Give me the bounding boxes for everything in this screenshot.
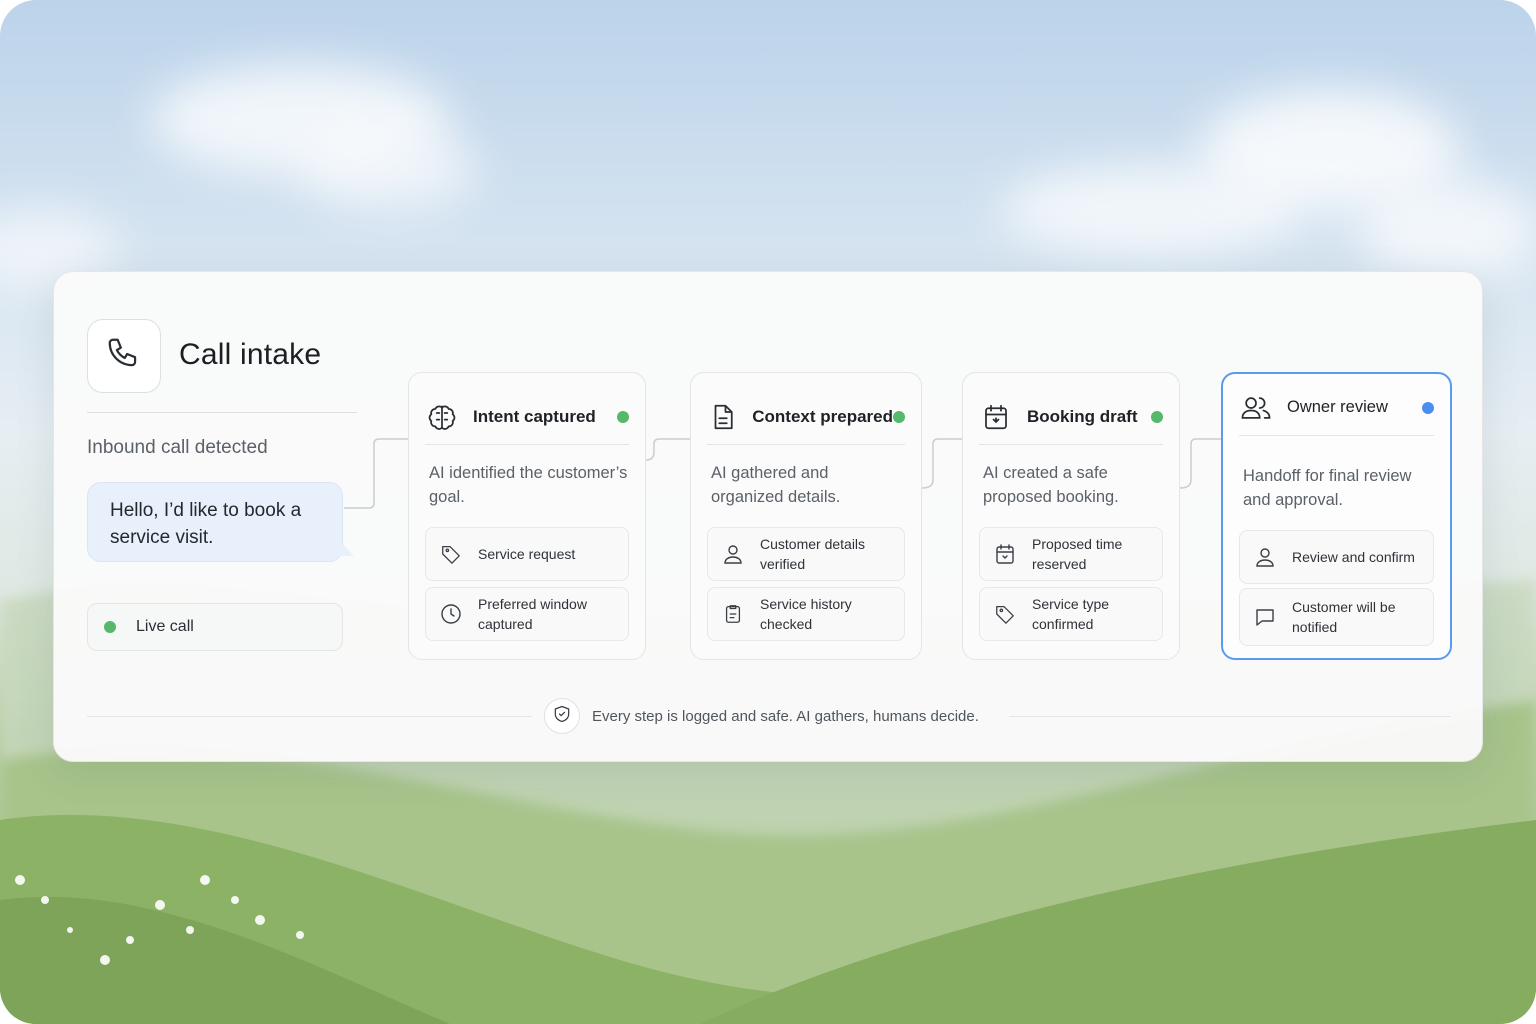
list-item[interactable]: Preferred window captured [425,587,629,641]
clock-icon [438,601,464,627]
users-icon [1239,391,1273,425]
inbound-status: Inbound call detected [87,437,268,458]
list-item[interactable]: Review and confirm [1239,530,1434,584]
status-dot-icon [1422,401,1434,414]
tag-icon [438,541,464,567]
item-label: Preferred window captured [478,596,587,632]
item-label: Review and confirm [1292,549,1415,565]
list-item[interactable]: Customer details verified [707,527,905,581]
phone-icon-box [87,319,161,393]
step-card-intent[interactable]: Intent captured AI identified the custom… [408,372,646,660]
list-item[interactable]: Customer will be notified [1239,588,1434,646]
item-label: Service type confirmed [1032,596,1110,632]
item-label: Service history checked [760,596,852,632]
chat-icon [1252,604,1278,630]
calendar-icon [992,541,1018,567]
status-dot-icon [1151,410,1163,423]
step-description: AI identified the customer’s goal. [429,464,628,506]
workflow-panel: Call intake Inbound call detected Hello,… [53,271,1483,762]
divider [1009,716,1451,717]
status-dot-icon [617,410,629,423]
user-icon [720,541,746,567]
step-title: Intent captured [473,406,596,426]
live-call-indicator[interactable]: Live call [87,603,343,651]
live-call-label: Live call [136,618,194,635]
step-card-context[interactable]: Context prepared AI gathered and organiz… [690,372,922,660]
list-item[interactable]: Service type confirmed [979,587,1163,641]
item-label: Service request [478,546,576,562]
list-item[interactable]: Proposed time reserved [979,527,1163,581]
live-dot-icon [104,621,116,633]
list-item[interactable]: Service request [425,527,629,581]
document-icon [707,400,738,434]
item-label: Customer will be notified [1292,599,1396,635]
calendar-icon [979,400,1013,434]
caller-message-bubble: Hello, I’d like to book a service visit. [87,482,343,562]
shield-icon [552,704,572,729]
footer-note: Every step is logged and safe. AI gather… [592,708,979,725]
brain-icon [425,400,459,434]
step-description: AI created a safe proposed booking. [983,464,1119,506]
step-description: AI gathered and organized details. [711,464,841,506]
status-dot-icon [893,410,905,423]
step-card-booking[interactable]: Booking draft AI created a safe proposed… [962,372,1180,660]
step-title: Owner review [1287,398,1388,416]
item-label: Customer details verified [760,536,866,572]
divider [87,716,532,717]
clipboard-icon [720,601,746,627]
tag-icon [992,601,1018,627]
divider [87,412,357,413]
item-label: Proposed time reserved [1032,536,1123,572]
step-card-owner-review[interactable]: Owner review Handoff for final review an… [1221,372,1452,660]
step-description: Handoff for final review and approval. [1243,467,1412,509]
user-icon [1252,544,1278,570]
shield-badge [544,698,580,734]
step-title: Context prepared [752,406,893,426]
call-intake-title: Call intake [179,338,322,371]
phone-icon [105,335,143,378]
step-title: Booking draft [1027,406,1138,426]
list-item[interactable]: Service history checked [707,587,905,641]
